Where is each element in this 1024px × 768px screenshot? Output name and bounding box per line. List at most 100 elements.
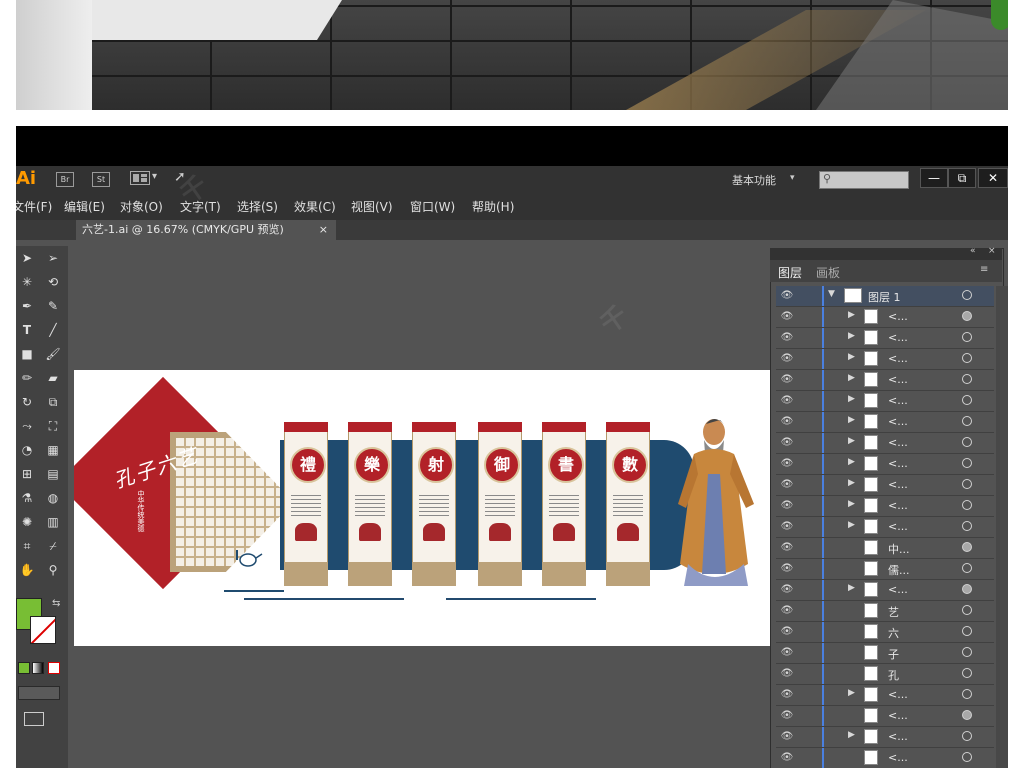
- bridge-button[interactable]: Br: [56, 172, 74, 187]
- scale-tool-icon[interactable]: ⧉: [42, 392, 64, 412]
- eye-icon[interactable]: 👁: [780, 562, 794, 576]
- selection-tool-icon[interactable]: ➤: [16, 248, 38, 268]
- panel-menu-icon[interactable]: ≡: [980, 264, 988, 275]
- layer-target-icon[interactable]: [962, 542, 972, 552]
- eye-icon[interactable]: 👁: [780, 541, 794, 555]
- layer-row[interactable]: 👁 ▶ <...: [776, 475, 994, 496]
- layer-row[interactable]: 👁 孔: [776, 664, 994, 685]
- layer-target-icon[interactable]: [962, 689, 972, 699]
- eyedropper-tool-icon[interactable]: ⚗: [16, 488, 38, 508]
- gradient-mode-icon[interactable]: [32, 662, 44, 674]
- layer-target-icon[interactable]: [962, 395, 972, 405]
- workspace-caret-icon[interactable]: ▾: [790, 173, 795, 183]
- shape-builder-tool-icon[interactable]: ◔: [16, 440, 38, 460]
- layer-target-icon[interactable]: [962, 626, 972, 636]
- layer-target-icon[interactable]: [962, 458, 972, 468]
- panel-scrollbar[interactable]: [996, 286, 1008, 768]
- eraser-tool-icon[interactable]: ▰: [42, 368, 64, 388]
- layer-row[interactable]: 👁 ▶ <...: [776, 412, 994, 433]
- line-tool-icon[interactable]: ╱: [42, 320, 64, 340]
- drawing-modes-icon[interactable]: [18, 686, 60, 700]
- expand-triangle-icon[interactable]: ▶: [848, 436, 855, 446]
- eye-icon[interactable]: 👁: [780, 457, 794, 471]
- layer-target-icon[interactable]: [962, 731, 972, 741]
- menu-file[interactable]: 文件(F): [16, 198, 52, 215]
- layer-target-icon[interactable]: [962, 521, 972, 531]
- arrange-caret-icon[interactable]: ▾: [152, 171, 157, 182]
- gpu-rocket-icon[interactable]: ➚: [174, 169, 186, 185]
- eye-icon[interactable]: 👁: [780, 646, 794, 660]
- layer-target-icon[interactable]: [962, 416, 972, 426]
- eye-icon[interactable]: 👁: [780, 583, 794, 597]
- width-tool-icon[interactable]: ⤳: [16, 416, 38, 436]
- eye-icon[interactable]: 👁: [780, 730, 794, 744]
- eye-icon[interactable]: 👁: [780, 415, 794, 429]
- eye-icon[interactable]: 👁: [780, 667, 794, 681]
- layer-target-icon[interactable]: [962, 752, 972, 762]
- type-tool-icon[interactable]: T: [16, 320, 38, 340]
- menu-view[interactable]: 视图(V): [351, 198, 393, 215]
- menu-window[interactable]: 窗口(W): [410, 198, 455, 215]
- symbol-sprayer-tool-icon[interactable]: ✺: [16, 512, 38, 532]
- rotate-tool-icon[interactable]: ↻: [16, 392, 38, 412]
- hand-tool-icon[interactable]: ✋: [16, 560, 38, 580]
- tab-layers[interactable]: 图层: [778, 264, 802, 281]
- layer-target-icon[interactable]: [962, 500, 972, 510]
- menu-type[interactable]: 文字(T): [180, 198, 221, 215]
- eye-icon[interactable]: 👁: [780, 289, 794, 303]
- eye-icon[interactable]: 👁: [780, 478, 794, 492]
- layer-row[interactable]: 👁 中...: [776, 538, 994, 559]
- layer-target-icon[interactable]: [962, 647, 972, 657]
- stock-button[interactable]: St: [92, 172, 110, 187]
- pen-tool-icon[interactable]: ✒: [16, 296, 38, 316]
- none-mode-icon[interactable]: [48, 662, 60, 674]
- menu-help[interactable]: 帮助(H): [472, 198, 514, 215]
- color-mode-icon[interactable]: [18, 662, 30, 674]
- menu-object[interactable]: 对象(O): [120, 198, 163, 215]
- gradient-tool-icon[interactable]: ▤: [42, 464, 64, 484]
- layer-row[interactable]: 👁 儒...: [776, 559, 994, 580]
- layer-target-icon[interactable]: [962, 710, 972, 720]
- direct-selection-tool-icon[interactable]: ➢: [42, 248, 64, 268]
- expand-triangle-icon[interactable]: ▶: [848, 373, 855, 383]
- eye-icon[interactable]: 👁: [780, 499, 794, 513]
- expand-triangle-icon[interactable]: ▶: [848, 583, 855, 593]
- eye-icon[interactable]: 👁: [780, 520, 794, 534]
- layer-row[interactable]: 👁 ▶ <...: [776, 496, 994, 517]
- layer-row[interactable]: 👁 ▶ <...: [776, 580, 994, 601]
- expand-triangle-icon[interactable]: ▶: [848, 415, 855, 425]
- layer-row[interactable]: 👁 ▶ <...: [776, 685, 994, 706]
- eye-icon[interactable]: 👁: [780, 436, 794, 450]
- layer-target-icon[interactable]: [962, 605, 972, 615]
- layer-row[interactable]: 👁 六: [776, 622, 994, 643]
- layer-target-icon[interactable]: [962, 563, 972, 573]
- layer-target-icon[interactable]: [962, 584, 972, 594]
- collapse-panel-icon[interactable]: «: [970, 246, 976, 256]
- artboard-tool-icon[interactable]: ⌗: [16, 536, 38, 556]
- column-graph-tool-icon[interactable]: ▥: [42, 512, 64, 532]
- layer-target-icon[interactable]: [962, 332, 972, 342]
- eye-icon[interactable]: 👁: [780, 373, 794, 387]
- eye-icon[interactable]: 👁: [780, 709, 794, 723]
- layer-row[interactable]: 👁 ▶ <...: [776, 727, 994, 748]
- layer-row[interactable]: 👁 ▶ <...: [776, 433, 994, 454]
- curvature-tool-icon[interactable]: ✎: [42, 296, 64, 316]
- layer-row[interactable]: 👁 <...: [776, 706, 994, 727]
- paintbrush-tool-icon[interactable]: 🖌: [42, 344, 64, 364]
- swap-colors-icon[interactable]: ⇆: [52, 598, 60, 609]
- search-input[interactable]: ⚲: [819, 171, 909, 189]
- expand-triangle-icon[interactable]: ▶: [848, 520, 855, 530]
- expand-triangle-icon[interactable]: ▶: [848, 394, 855, 404]
- rectangle-tool-icon[interactable]: ■: [16, 344, 38, 364]
- layer-row[interactable]: 👁 ▶ <...: [776, 370, 994, 391]
- layer-row[interactable]: 👁 ▶ <...: [776, 328, 994, 349]
- lasso-tool-icon[interactable]: ⟲: [42, 272, 64, 292]
- minimize-button[interactable]: —: [920, 168, 948, 188]
- layer-row[interactable]: 👁 ▶ <...: [776, 349, 994, 370]
- collapse-triangle-icon[interactable]: ▼: [828, 289, 835, 299]
- eye-icon[interactable]: 👁: [780, 688, 794, 702]
- close-button[interactable]: ✕: [978, 168, 1008, 188]
- expand-triangle-icon[interactable]: ▶: [848, 310, 855, 320]
- layer-row[interactable]: 👁 <...: [776, 748, 994, 768]
- expand-triangle-icon[interactable]: ▶: [848, 499, 855, 509]
